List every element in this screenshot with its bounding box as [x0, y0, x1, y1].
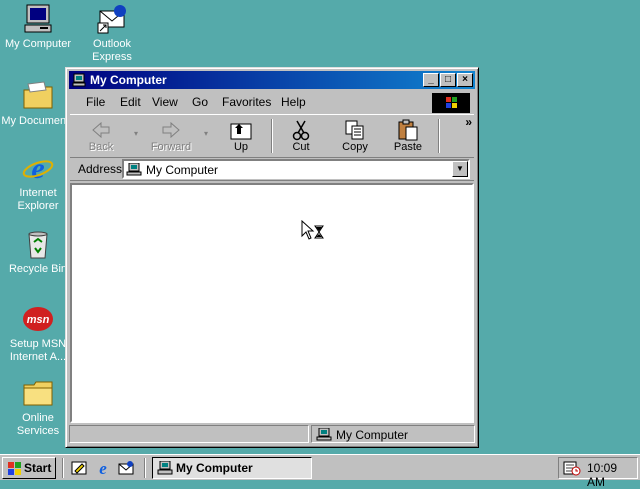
- svg-text:msn: msn: [27, 314, 50, 326]
- desktop-icon-label: Outlook Express: [92, 38, 132, 63]
- outlook-express-icon: [96, 3, 128, 35]
- menu-file[interactable]: File: [86, 95, 105, 109]
- maximize-button[interactable]: □: [440, 73, 456, 87]
- taskbar-button-label: My Computer: [176, 461, 253, 475]
- address-label: Address: [78, 162, 123, 176]
- taskbar-button-my-computer[interactable]: My Computer: [152, 457, 312, 479]
- forward-arrow-icon: [159, 119, 183, 141]
- scheduler-icon[interactable]: [563, 460, 581, 476]
- copy-button[interactable]: Copy: [330, 117, 380, 155]
- menu-bar: File Edit View Go Favorites Help: [70, 92, 474, 113]
- up-folder-icon: [229, 119, 253, 141]
- address-value: My Computer: [146, 163, 219, 177]
- desktop-icon-my-computer[interactable]: My Computer: [0, 3, 76, 51]
- scissors-icon: [289, 119, 313, 141]
- status-pane-left: [69, 425, 309, 443]
- windows-logo-icon: [432, 93, 470, 113]
- toolbar-separator: [438, 119, 440, 153]
- taskbar-divider: [62, 458, 64, 478]
- desktop-icon-label: My Computer: [4, 38, 72, 50]
- toolbar-separator: [271, 119, 273, 153]
- start-button[interactable]: Start: [2, 457, 56, 479]
- folder-content-area[interactable]: [70, 183, 474, 423]
- back-dropdown-icon[interactable]: ▾: [134, 129, 138, 138]
- standard-toolbar: Back ▾ Forward ▾ Up Cut Copy Paste »: [70, 114, 474, 158]
- menu-go[interactable]: Go: [192, 95, 208, 109]
- my-computer-window[interactable]: My Computer _ □ × File Edit View Go Favo…: [65, 67, 479, 448]
- copy-icon: [343, 119, 367, 141]
- my-computer-icon: [72, 73, 86, 87]
- folder-icon: [22, 80, 54, 112]
- status-pane-right: My Computer: [311, 425, 475, 443]
- msn-icon: msn: [22, 303, 54, 335]
- recycle-bin-icon: [22, 228, 54, 260]
- my-computer-icon: [126, 162, 142, 176]
- windows-flag-icon: [6, 461, 22, 475]
- forward-dropdown-icon[interactable]: ▾: [204, 129, 208, 138]
- status-text: My Computer: [336, 428, 409, 442]
- title-bar[interactable]: My Computer _ □ ×: [69, 71, 475, 89]
- show-desktop-icon[interactable]: [70, 459, 88, 477]
- internet-explorer-icon[interactable]: e: [94, 459, 112, 478]
- folder-icon: [22, 377, 54, 409]
- my-computer-icon: [316, 427, 332, 444]
- my-computer-icon: [22, 3, 54, 35]
- up-button[interactable]: Up: [216, 117, 266, 155]
- menu-view[interactable]: View: [152, 95, 178, 109]
- menu-favorites[interactable]: Favorites: [222, 95, 271, 109]
- taskbar: Start e My Computer 10:09 AM: [0, 454, 640, 489]
- window-title: My Computer: [90, 73, 167, 87]
- busy-cursor-icon: [301, 219, 327, 242]
- svg-text:e: e: [99, 459, 107, 477]
- paste-button[interactable]: Paste: [383, 117, 433, 155]
- svg-text:e: e: [31, 152, 44, 184]
- paste-clipboard-icon: [396, 119, 420, 141]
- cut-button[interactable]: Cut: [276, 117, 326, 155]
- toolbar-chevron-icon[interactable]: »: [465, 115, 472, 129]
- close-button[interactable]: ×: [457, 73, 473, 87]
- taskbar-divider: [144, 458, 146, 478]
- address-dropdown-button[interactable]: ▼: [452, 161, 468, 177]
- minimize-button[interactable]: _: [423, 73, 439, 87]
- my-computer-icon: [157, 460, 173, 475]
- back-arrow-icon: [89, 119, 113, 141]
- desktop-icon-outlook-express[interactable]: Outlook Express: [74, 3, 150, 64]
- start-label: Start: [24, 461, 52, 475]
- outlook-express-icon[interactable]: [117, 459, 135, 477]
- menu-edit[interactable]: Edit: [120, 95, 141, 109]
- address-bar: Address My Computer ▼: [70, 158, 474, 181]
- menu-help[interactable]: Help: [281, 95, 306, 109]
- status-bar: My Computer: [69, 425, 475, 443]
- back-button[interactable]: Back: [76, 117, 126, 155]
- system-tray: 10:09 AM: [558, 457, 638, 489]
- internet-explorer-icon: e: [22, 152, 54, 185]
- clock[interactable]: 10:09 AM: [587, 461, 637, 489]
- address-field[interactable]: My Computer ▼: [122, 159, 470, 179]
- forward-button[interactable]: Forward: [146, 117, 196, 155]
